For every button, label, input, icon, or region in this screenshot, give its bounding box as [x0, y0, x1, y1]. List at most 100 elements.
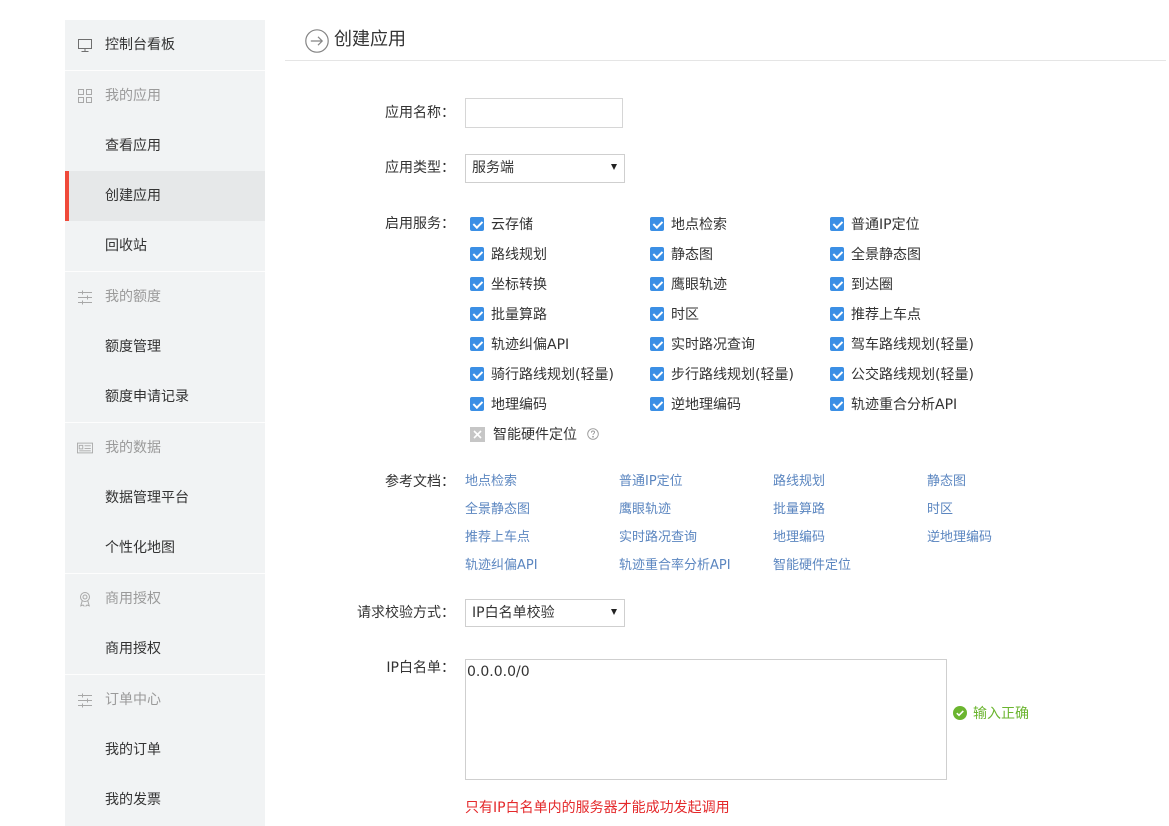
- doc-link[interactable]: 全景静态图: [465, 496, 619, 524]
- checkbox-checked[interactable]: [470, 247, 484, 261]
- sidebar-item-my-invoices[interactable]: 我的发票: [65, 775, 265, 825]
- doc-link[interactable]: 实时路况查询: [619, 524, 773, 552]
- page-header: 创建应用: [285, 0, 1166, 61]
- service-option[interactable]: 地点检索: [645, 209, 825, 239]
- service-option[interactable]: 轨迹重合分析API: [825, 389, 1005, 419]
- ip-whitelist-textarea[interactable]: 0.0.0.0/0: [465, 659, 947, 780]
- app-name-input[interactable]: [465, 98, 623, 128]
- checkbox-checked[interactable]: [470, 397, 484, 411]
- service-label: 轨迹重合分析API: [851, 397, 958, 413]
- sliders-icon: [77, 289, 93, 305]
- service-label: 地点检索: [671, 217, 727, 233]
- doc-link[interactable]: 鹰眼轨迹: [619, 496, 773, 524]
- ip-whitelist-note: 只有IP白名单内的服务器才能成功发起调用: [465, 800, 730, 816]
- service-option[interactable]: 坐标转换: [465, 269, 645, 299]
- checkbox-checked[interactable]: [830, 397, 844, 411]
- service-option[interactable]: 步行路线规划(轻量): [645, 359, 825, 389]
- service-option[interactable]: 普通IP定位: [825, 209, 1005, 239]
- sidebar-item-recycle-bin[interactable]: 回收站: [65, 221, 265, 271]
- service-option[interactable]: 鹰眼轨迹: [645, 269, 825, 299]
- auth-method-select[interactable]: IP白名单校验: [465, 599, 625, 627]
- question-circle-icon[interactable]: [587, 428, 599, 440]
- sidebar-item-commercial-license[interactable]: 商用授权: [65, 624, 265, 674]
- app-type-select[interactable]: 服务端: [465, 154, 625, 183]
- service-option[interactable]: 骑行路线规划(轻量): [465, 359, 645, 389]
- doc-link[interactable]: 推荐上车点: [465, 524, 619, 552]
- service-option[interactable]: 路线规划: [465, 239, 645, 269]
- checkbox-checked[interactable]: [650, 217, 664, 231]
- service-label: 逆地理编码: [671, 397, 741, 413]
- sidebar-item-quota-management[interactable]: 额度管理: [65, 322, 265, 372]
- checkbox-checked[interactable]: [830, 367, 844, 381]
- auth-method-label: 请求校验方式：: [357, 605, 455, 621]
- doc-link[interactable]: 逆地理编码: [927, 524, 1081, 552]
- checkbox-checked[interactable]: [650, 367, 664, 381]
- service-option[interactable]: 全景静态图: [825, 239, 1005, 269]
- doc-link[interactable]: 路线规划: [773, 468, 927, 496]
- service-option[interactable]: 批量算路: [465, 299, 645, 329]
- checkbox-checked[interactable]: [650, 277, 664, 291]
- sidebar-item-label: 创建应用: [105, 188, 161, 204]
- service-option[interactable]: 轨迹纠偏API: [465, 329, 645, 359]
- checkbox-checked[interactable]: [830, 307, 844, 321]
- service-label: 全景静态图: [851, 247, 921, 263]
- service-option[interactable]: 时区: [645, 299, 825, 329]
- service-option[interactable]: 地理编码: [465, 389, 645, 419]
- service-option[interactable]: 云存储: [465, 209, 645, 239]
- sidebar-group-header-label: 我的应用: [105, 88, 161, 104]
- services-checkbox-group: 云存储 地点检索 普通IP定位 路线规划 静态图 全景静态图 坐标转换 鹰眼轨迹…: [465, 209, 1005, 449]
- sidebar-group-dashboard: 控制台看板: [65, 20, 265, 71]
- doc-link[interactable]: 时区: [927, 496, 1081, 524]
- service-option[interactable]: 公交路线规划(轻量): [825, 359, 1005, 389]
- doc-link[interactable]: 静态图: [927, 468, 1081, 496]
- sidebar-item-data-management-platform[interactable]: 数据管理平台: [65, 473, 265, 523]
- service-label: 骑行路线规划(轻量): [491, 367, 614, 383]
- doc-link[interactable]: 轨迹重合率分析API: [619, 552, 773, 580]
- doc-link[interactable]: 轨迹纠偏API: [465, 552, 619, 580]
- docs-label: 参考文档：: [385, 474, 455, 490]
- checkbox-checked[interactable]: [650, 397, 664, 411]
- sidebar-item-quota-application-records[interactable]: 额度申请记录: [65, 372, 265, 422]
- service-option[interactable]: 实时路况查询: [645, 329, 825, 359]
- grid-icon: [77, 88, 93, 104]
- checkbox-checked[interactable]: [650, 247, 664, 261]
- doc-link[interactable]: 普通IP定位: [619, 468, 773, 496]
- checkbox-checked[interactable]: [470, 337, 484, 351]
- sidebar-item-view-apps[interactable]: 查看应用: [65, 121, 265, 171]
- checkbox-checked[interactable]: [650, 337, 664, 351]
- service-label: 时区: [671, 307, 699, 323]
- sidebar-item-my-orders[interactable]: 我的订单: [65, 725, 265, 775]
- monitor-icon: [77, 37, 93, 53]
- sidebar-group-header-label: 我的额度: [105, 289, 161, 305]
- service-label: 地理编码: [491, 397, 547, 413]
- checkbox-checked[interactable]: [830, 247, 844, 261]
- page-title: 创建应用: [334, 29, 406, 50]
- service-option[interactable]: 推荐上车点: [825, 299, 1005, 329]
- checkbox-disabled: [470, 426, 485, 442]
- checkbox-checked[interactable]: [830, 337, 844, 351]
- service-option[interactable]: 逆地理编码: [645, 389, 825, 419]
- checkbox-checked[interactable]: [470, 277, 484, 291]
- arrow-circle-right-icon: [305, 29, 329, 53]
- sidebar-item-custom-map[interactable]: 个性化地图: [65, 523, 265, 573]
- checkbox-checked[interactable]: [470, 217, 484, 231]
- checkbox-checked[interactable]: [830, 217, 844, 231]
- checkbox-checked[interactable]: [470, 307, 484, 321]
- service-option[interactable]: 静态图: [645, 239, 825, 269]
- doc-link[interactable]: 批量算路: [773, 496, 927, 524]
- service-label: 坐标转换: [491, 277, 547, 293]
- doc-link[interactable]: 地点检索: [465, 468, 619, 496]
- check-circle-icon: [953, 706, 967, 720]
- doc-link[interactable]: 地理编码: [773, 524, 927, 552]
- service-option[interactable]: 到达圈: [825, 269, 1005, 299]
- sidebar-item-dashboard[interactable]: 控制台看板: [65, 20, 265, 70]
- service-label: 批量算路: [491, 307, 547, 323]
- doc-link[interactable]: 智能硬件定位: [773, 552, 927, 580]
- sidebar-item-create-app[interactable]: 创建应用: [65, 171, 265, 221]
- checkbox-checked[interactable]: [830, 277, 844, 291]
- sidebar-item-label: 数据管理平台: [105, 490, 189, 506]
- checkbox-checked[interactable]: [650, 307, 664, 321]
- checkbox-checked[interactable]: [470, 367, 484, 381]
- auth-method-value: IP白名单校验: [472, 605, 555, 621]
- service-option[interactable]: 驾车路线规划(轻量): [825, 329, 1005, 359]
